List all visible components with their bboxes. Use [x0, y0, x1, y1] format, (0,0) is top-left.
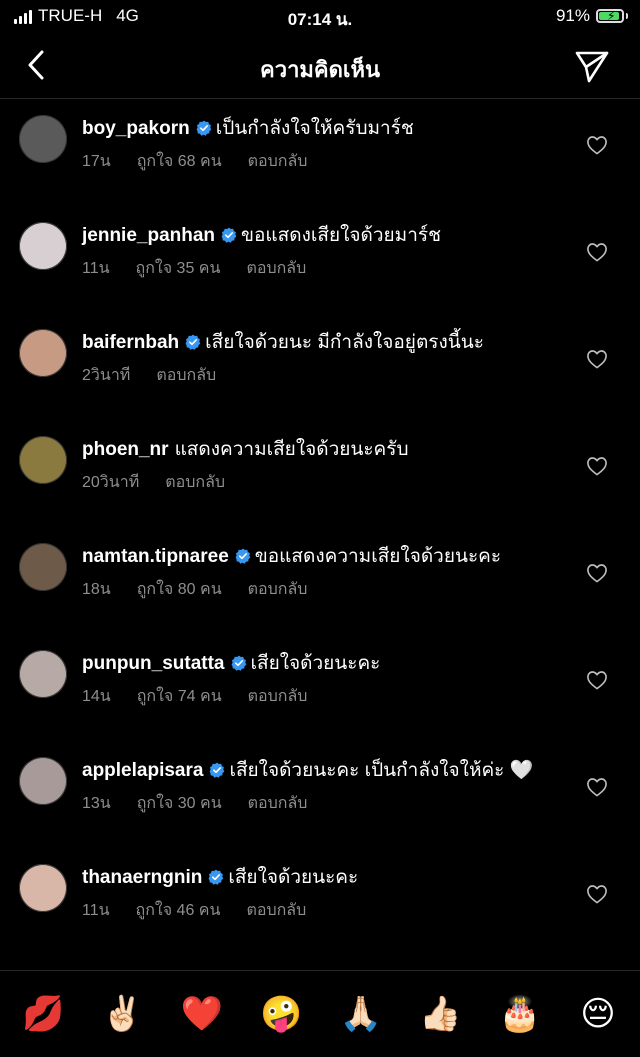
avatar[interactable] — [19, 329, 67, 377]
avatar[interactable] — [19, 864, 67, 912]
comment-time: 18น — [82, 581, 111, 598]
comment-text: เสียใจด้วยนะคะ — [250, 653, 381, 674]
comment-username[interactable]: thanaerngnin — [82, 867, 202, 888]
heart-icon[interactable] — [586, 242, 608, 262]
emoji-reaction-button[interactable]: 🙏🏻 — [340, 994, 382, 1034]
comment-username[interactable]: boy_pakorn — [82, 118, 190, 139]
verified-badge-icon — [210, 762, 225, 778]
avatar[interactable] — [19, 757, 67, 805]
battery-icon: ⚡ — [596, 9, 624, 23]
emoji-reaction-button[interactable]: 🎂 — [499, 994, 541, 1034]
heart-icon[interactable] — [586, 563, 608, 583]
battery-percent: 91% — [555, 6, 590, 25]
avatar[interactable] — [19, 115, 67, 163]
emoji-quick-bar: 💋 ✌🏻 ❤️ 🤪 🙏🏻 👍🏻 🎂 😔 — [0, 970, 640, 1057]
heart-icon[interactable] — [586, 456, 608, 476]
comment-time: 13น — [82, 795, 111, 812]
reply-button[interactable]: ตอบกลับ — [246, 256, 306, 281]
emoji-reaction-button[interactable]: 👍🏻 — [419, 994, 461, 1034]
comment-time: 20วินาที — [82, 474, 140, 491]
comment-username[interactable]: jennie_panhan — [82, 225, 215, 246]
comment-text: เสียใจด้วยนะ มีกำลังใจอยู่ตรงนี้นะ — [205, 332, 484, 353]
avatar[interactable] — [19, 543, 67, 591]
comment-row: namtan.tipnaree ขอแสดงความเสียใจด้วยนะคะ… — [0, 527, 640, 634]
comment-likes[interactable]: ถูกใจ 74 คน — [137, 684, 222, 709]
avatar[interactable] — [19, 222, 67, 270]
reply-button[interactable]: ตอบกลับ — [248, 684, 308, 709]
comment-text: เสียใจด้วยนะคะ — [228, 867, 359, 888]
verified-badge-icon — [196, 120, 212, 136]
verified-badge-icon — [208, 869, 224, 885]
comment-time: 11น — [82, 902, 110, 919]
comment-row: baifernbah เสียใจด้วยนะ มีกำลังใจอยู่ตรง… — [0, 313, 640, 420]
comment-time: 17น — [82, 153, 111, 170]
emoji-reaction-button[interactable]: 🤪 — [260, 994, 302, 1034]
heart-icon[interactable] — [586, 884, 608, 904]
emoji-reaction-button[interactable]: ✌🏻 — [101, 994, 143, 1034]
comment-row: applelapisara เสียใจด้วยนะคะ เป็นกำลังใจ… — [0, 741, 640, 848]
comment-username[interactable]: phoen_nr — [82, 439, 169, 460]
comment-likes[interactable]: ถูกใจ 30 คน — [137, 791, 222, 816]
heart-icon[interactable] — [586, 777, 608, 797]
comment-text: ขอแสดงความเสียใจด้วยนะคะ — [254, 546, 502, 567]
comment-likes[interactable]: ถูกใจ 80 คน — [137, 577, 222, 602]
comment-row: thanaerngnin เสียใจด้วยนะคะ 11น ถูกใจ 46… — [0, 848, 640, 955]
comment-text: เสียใจด้วยนะคะ เป็นกำลังใจให้ค่ะ 🤍 — [229, 760, 534, 781]
avatar[interactable] — [19, 650, 67, 698]
comment-likes[interactable]: ถูกใจ 68 คน — [137, 149, 222, 174]
reply-button[interactable]: ตอบกลับ — [248, 149, 308, 174]
paper-plane-icon[interactable] — [574, 48, 610, 84]
comment-row: punpun_sutatta เสียใจด้วยนะคะ 14น ถูกใจ … — [0, 634, 640, 741]
clock: 07:14 น. — [287, 10, 353, 29]
verified-badge-icon — [185, 334, 201, 350]
heart-icon[interactable] — [586, 349, 608, 369]
comment-row: boy_pakorn เป็นกำลังใจให้ครับมาร์ช 17น ถ… — [0, 99, 640, 206]
heart-icon[interactable] — [586, 670, 608, 690]
comment-likes[interactable]: ถูกใจ 46 คน — [136, 898, 221, 923]
comment-text: ขอแสดงเสียใจด้วยมาร์ช — [241, 225, 441, 246]
comment-time: 14น — [82, 688, 111, 705]
verified-badge-icon — [231, 655, 246, 671]
comment-row: jennie_panhan ขอแสดงเสียใจด้วยมาร์ช 11น … — [0, 206, 640, 313]
status-bar: TRUE-H 4G 07:14 น. 91% ⚡ — [0, 0, 640, 34]
reply-button[interactable]: ตอบกลับ — [246, 898, 306, 923]
comment-time: 2วินาที — [82, 367, 131, 384]
comments-header: ความคิดเห็น — [0, 34, 640, 99]
comment-likes[interactable]: ถูกใจ 35 คน — [136, 256, 221, 281]
comment-time: 11น — [82, 260, 110, 277]
comment-text: แสดงความเสียใจด้วยนะครับ — [174, 439, 409, 460]
emoji-reaction-button[interactable]: ❤️ — [181, 994, 223, 1034]
reply-button[interactable]: ตอบกลับ — [165, 470, 225, 495]
verified-badge-icon — [221, 227, 237, 243]
comment-username[interactable]: baifernbah — [82, 332, 179, 353]
comment-row: phoen_nr แสดงความเสียใจด้วยนะครับ 20วินาท… — [0, 420, 640, 527]
battery-info: 91% ⚡ — [556, 6, 628, 26]
reply-button[interactable]: ตอบกลับ — [248, 577, 308, 602]
heart-icon[interactable] — [586, 135, 608, 155]
comment-text: เป็นกำลังใจให้ครับมาร์ช — [215, 118, 414, 139]
reply-button[interactable]: ตอบกลับ — [248, 791, 308, 816]
comment-username[interactable]: punpun_sutatta — [82, 653, 225, 674]
comment-list: boy_pakorn เป็นกำลังใจให้ครับมาร์ช 17น ถ… — [0, 99, 640, 955]
comment-username[interactable]: namtan.tipnaree — [82, 546, 229, 567]
verified-badge-icon — [235, 548, 251, 564]
page-title: ความคิดเห็น — [260, 57, 380, 82]
emoji-reaction-button[interactable]: 😔 — [578, 994, 618, 1034]
reply-button[interactable]: ตอบกลับ — [156, 363, 216, 388]
emoji-reaction-button[interactable]: 💋 — [22, 994, 64, 1034]
comment-username[interactable]: applelapisara — [82, 760, 203, 781]
avatar[interactable] — [19, 436, 67, 484]
